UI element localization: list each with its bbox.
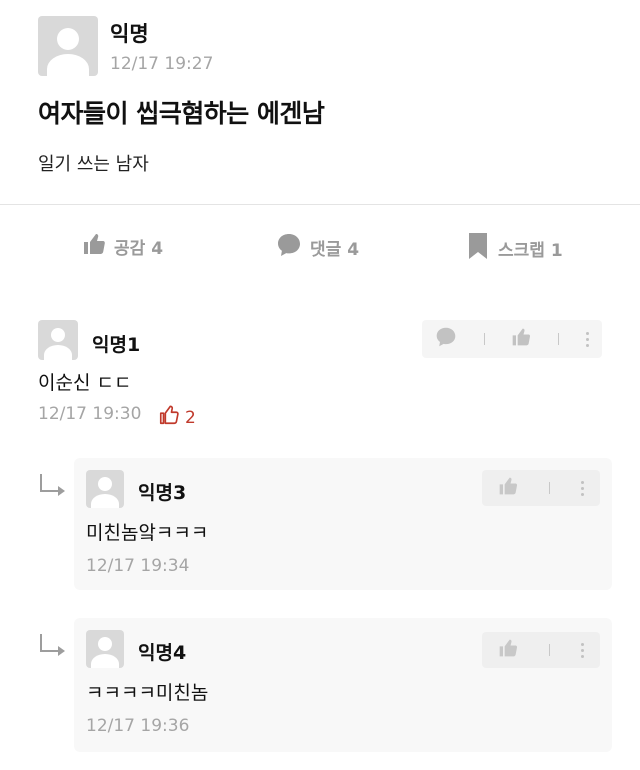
reply-text: ㅋㅋㅋㅋ미친놈 xyxy=(86,682,209,704)
reply-actions xyxy=(482,470,600,506)
comment-actions xyxy=(422,320,602,358)
scrap-stat-button[interactable]: 스크랩 1 xyxy=(466,232,563,265)
divider xyxy=(548,644,550,656)
thumbs-up-icon[interactable] xyxy=(498,638,518,662)
divider xyxy=(558,333,560,345)
post-author-avatar xyxy=(38,16,98,76)
more-vertical-icon[interactable] xyxy=(581,642,585,658)
bookmark-icon xyxy=(466,232,490,265)
like-stat-button[interactable]: 공감 4 xyxy=(82,232,163,261)
reply-arrow-icon xyxy=(40,634,65,656)
reply-item: 익명3 미친놈앜ㅋㅋㅋ 12/17 19:34 xyxy=(74,458,612,590)
thumbs-up-icon[interactable] xyxy=(511,327,531,351)
thumbs-up-icon[interactable] xyxy=(498,476,518,500)
reply-text: 미친놈앜ㅋㅋㅋ xyxy=(86,522,209,544)
divider xyxy=(483,333,485,345)
divider xyxy=(548,482,550,494)
reply-timestamp: 12/17 19:34 xyxy=(86,556,190,576)
speech-bubble-icon xyxy=(276,232,302,263)
post-body: 일기 쓰는 남자 xyxy=(38,154,149,175)
scrap-stat-label: 스크랩 1 xyxy=(498,241,563,261)
speech-bubble-icon[interactable] xyxy=(435,326,457,352)
thumbs-up-icon xyxy=(82,232,106,261)
post-author-name: 익명 xyxy=(110,22,149,46)
reply-author-name: 익명3 xyxy=(138,482,187,504)
divider xyxy=(0,204,640,205)
comment-timestamp: 12/17 19:30 xyxy=(38,404,142,424)
reply-actions xyxy=(482,632,600,668)
comment-like-count: 2 xyxy=(158,404,196,431)
comment-author-avatar xyxy=(38,320,78,360)
comment-stat-label: 댓글 4 xyxy=(310,240,360,260)
reply-author-avatar xyxy=(86,470,124,508)
reply-timestamp: 12/17 19:36 xyxy=(86,716,190,736)
like-stat-label: 공감 4 xyxy=(114,239,164,259)
reply-item: 익명4 ㅋㅋㅋㅋ미친놈 12/17 19:36 xyxy=(74,618,612,752)
more-vertical-icon[interactable] xyxy=(585,331,589,347)
reply-author-avatar xyxy=(86,630,124,668)
comment-text: 이순신 ㄷㄷ xyxy=(38,372,132,394)
reply-arrow-icon xyxy=(40,474,65,496)
more-vertical-icon[interactable] xyxy=(581,480,585,496)
like-count: 2 xyxy=(185,407,196,428)
comment-stat-button[interactable]: 댓글 4 xyxy=(276,232,359,263)
reply-author-name: 익명4 xyxy=(138,642,187,664)
comment-author-name: 익명1 xyxy=(92,334,141,356)
post-title: 여자들이 씹극혐하는 에겐남 xyxy=(38,99,325,128)
post-timestamp: 12/17 19:27 xyxy=(110,54,214,74)
thumbs-up-icon xyxy=(158,404,180,431)
